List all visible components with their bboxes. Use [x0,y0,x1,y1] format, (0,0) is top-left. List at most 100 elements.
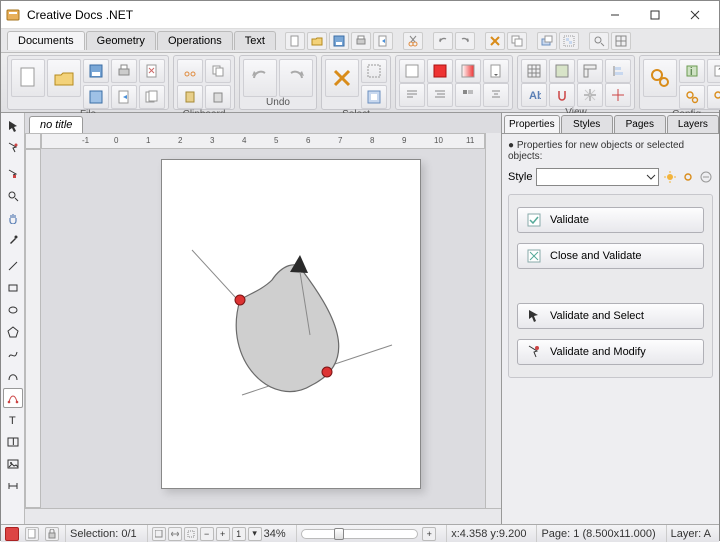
ribbon-selinv-icon[interactable] [361,85,387,109]
quick-redo-icon[interactable] [455,32,475,50]
ribbon-help-icon[interactable]: ? [707,59,720,83]
tool-edit-icon[interactable] [3,164,23,184]
ribbon-constr-icon[interactable] [577,83,603,107]
quick-print-icon[interactable] [351,32,371,50]
close-validate-button[interactable]: Close and Validate [517,243,704,269]
document-tab[interactable]: no title [29,116,83,133]
style-remove-icon[interactable] [699,170,713,184]
ribbon-grid-icon[interactable] [521,59,547,83]
status-zoom-sel-icon[interactable] [184,527,198,541]
style-combo[interactable] [536,168,659,186]
validate-button[interactable]: Validate [517,207,704,233]
ribbon-gears-icon[interactable] [679,85,705,109]
ribbon-copy-icon[interactable] [205,59,231,83]
ribbon-deselect-icon[interactable] [325,59,359,97]
tool-textbox-icon[interactable]: T [3,432,23,452]
ribbon-snapgrid-icon[interactable] [605,83,631,107]
validate-select-button[interactable]: Validate and Select [517,303,704,329]
status-zoom-100-icon[interactable]: 1 [232,527,246,541]
ribbon-redo-icon[interactable] [279,59,313,97]
status-zoom-page-icon[interactable] [152,527,166,541]
ribbon-undo-icon[interactable] [243,59,277,97]
panel-tab-properties[interactable]: Properties [504,115,560,133]
ribbon-align-icon[interactable] [605,59,631,83]
tool-freehand-icon[interactable] [3,344,23,364]
vertical-ruler[interactable] [25,149,41,508]
quick-group-icon[interactable] [559,32,579,50]
ribbon-rulers-icon[interactable] [577,59,603,83]
maximize-button[interactable] [635,2,675,28]
ribbon-fill3-icon[interactable] [455,59,481,83]
status-zoom-drop-icon[interactable]: ▾ [248,527,262,541]
zoom-slider[interactable] [301,529,419,539]
status-lock-icon[interactable] [45,527,59,541]
status-zoom-width-icon[interactable] [168,527,182,541]
status-zoom-out-icon[interactable]: − [200,527,214,541]
quick-open-icon[interactable] [307,32,327,50]
ribbon-open-icon[interactable] [47,59,81,97]
tool-zoom-icon[interactable] [3,186,23,206]
menu-tab-operations[interactable]: Operations [157,31,233,50]
quick-zoom-icon[interactable] [589,32,609,50]
ribbon-new-icon[interactable] [11,59,45,97]
quick-dup-icon[interactable] [507,32,527,50]
ribbon-styledrp-icon[interactable] [483,59,509,83]
tool-dimension-icon[interactable] [3,476,23,496]
quick-new-icon[interactable] [285,32,305,50]
panel-tab-layers[interactable]: Layers [667,115,719,133]
status-zoom-in-icon[interactable]: + [216,527,230,541]
page[interactable] [161,159,421,489]
status-doc-icon[interactable] [25,527,39,541]
ribbon-close-icon[interactable] [139,59,165,83]
quick-undo-icon[interactable] [433,32,453,50]
ribbon-fill1-icon[interactable] [399,59,425,83]
ribbon-para4-icon[interactable] [483,83,509,107]
ribbon-paste-icon[interactable] [177,85,203,109]
ribbon-export-icon[interactable] [111,85,137,109]
validate-modify-button[interactable]: Validate and Modify [517,339,704,365]
quick-order-icon[interactable] [537,32,557,50]
quick-cut-icon[interactable] [403,32,423,50]
ribbon-del-icon[interactable] [205,85,231,109]
ribbon-gridmag-icon[interactable] [549,59,575,83]
tool-curve-icon[interactable] [3,366,23,386]
ribbon-saveas-icon[interactable] [83,85,109,109]
ribbon-key-icon[interactable] [707,85,720,109]
minimize-button[interactable] [595,2,635,28]
tool-rect-icon[interactable] [3,278,23,298]
ribbon-selall-icon[interactable] [361,59,387,83]
panel-tab-styles[interactable]: Styles [561,115,613,133]
ribbon-fill2-icon[interactable] [427,59,453,83]
ribbon-info-icon[interactable]: i [679,59,705,83]
vertical-scrollbar[interactable] [485,149,501,508]
menu-tab-text[interactable]: Text [234,31,276,50]
quick-delete-icon[interactable] [485,32,505,50]
tool-picker-icon[interactable] [3,230,23,250]
menu-tab-documents[interactable]: Documents [7,31,85,50]
ribbon-para1-icon[interactable] [399,83,425,107]
ribbon-snap-icon[interactable] [549,83,575,107]
status-rec-icon[interactable] [5,527,19,541]
ribbon-para2-icon[interactable] [427,83,453,107]
horizontal-ruler[interactable]: -1 0 1 2 3 4 5 6 7 8 9 10 11 [41,133,485,149]
close-button[interactable] [675,2,715,28]
ribbon-settings-icon[interactable] [643,59,677,97]
tool-hand-icon[interactable] [3,208,23,228]
tool-ellipse-icon[interactable] [3,300,23,320]
tool-polygon-icon[interactable] [3,322,23,342]
tool-image-icon[interactable] [3,454,23,474]
quick-save-icon[interactable] [329,32,349,50]
ribbon-print-icon[interactable] [111,59,137,83]
tool-text-icon[interactable]: T [3,410,23,430]
quick-export-icon[interactable] [373,32,393,50]
horizontal-scrollbar[interactable] [41,508,485,524]
ribbon-save-icon[interactable] [83,59,109,83]
tool-node-icon[interactable] [3,138,23,158]
ribbon-closeall-icon[interactable] [139,85,165,109]
ribbon-para3-icon[interactable] [455,83,481,107]
tool-line-icon[interactable] [3,256,23,276]
tool-bezier-icon[interactable] [3,388,23,408]
style-gear-icon[interactable] [681,170,695,184]
menu-tab-geometry[interactable]: Geometry [86,31,156,50]
ribbon-cut-icon[interactable] [177,59,203,83]
